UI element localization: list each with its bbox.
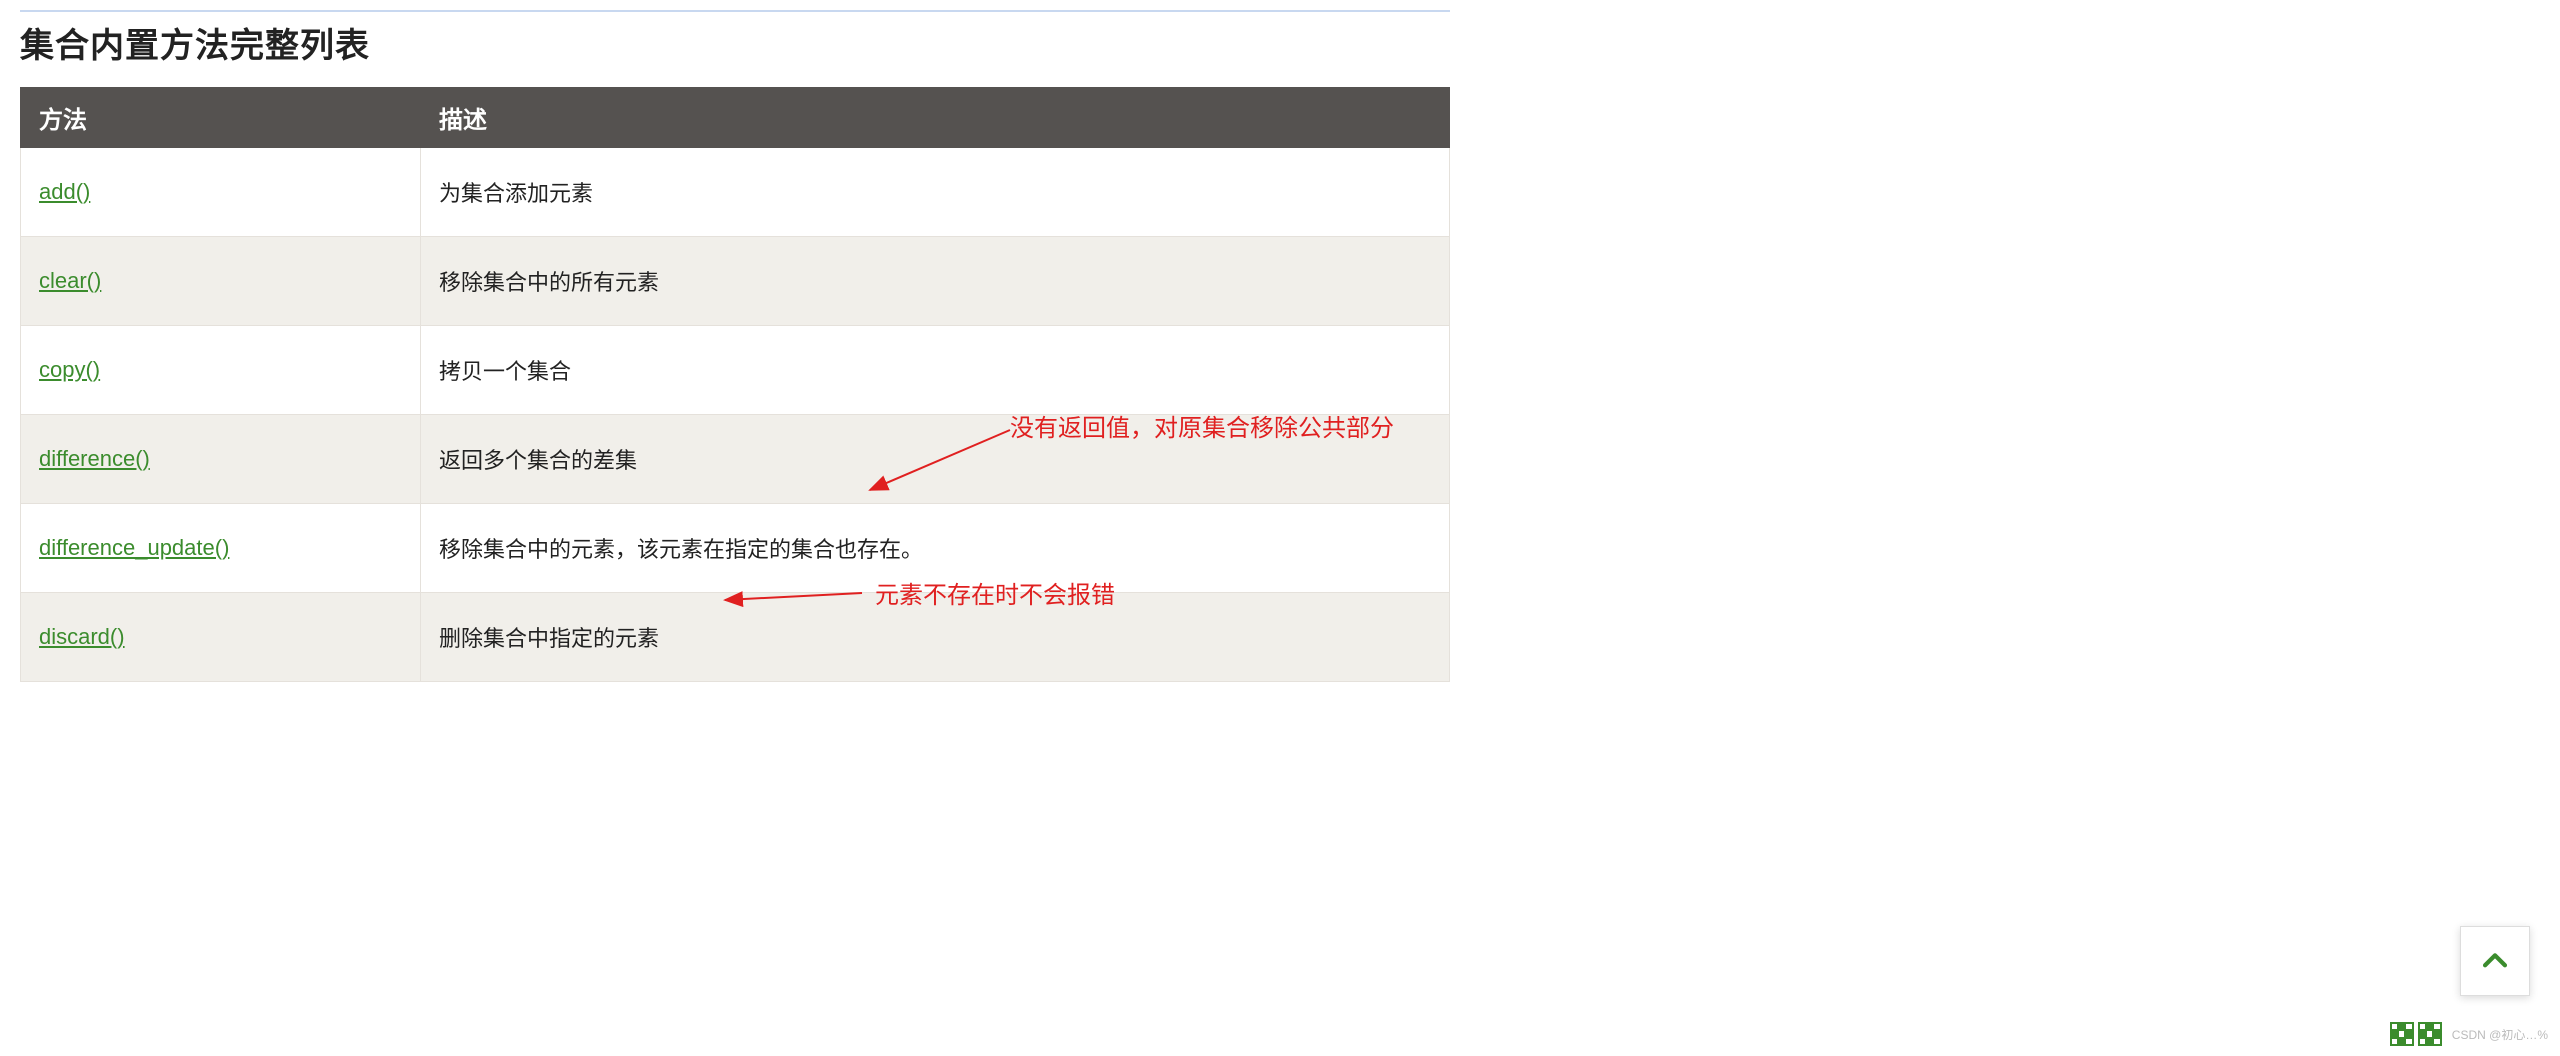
method-link-copy[interactable]: copy()	[39, 357, 100, 382]
annotation-text-2: 元素不存在时不会报错	[875, 575, 1115, 610]
qr-icon	[2418, 1022, 2442, 1046]
method-desc: 为集合添加元素	[421, 148, 1450, 237]
method-link-difference-update[interactable]: difference_update()	[39, 535, 229, 560]
content-wrapper: 集合内置方法完整列表 方法 描述 add() 为集合添加元素 clear() 移…	[20, 10, 1450, 682]
annotation-text-1: 没有返回值，对原集合移除公共部分	[1010, 408, 1394, 443]
watermark-text: CSDN @初心…%	[2452, 1026, 2548, 1043]
table-row: discard() 删除集合中指定的元素	[21, 593, 1450, 682]
method-link-difference[interactable]: difference()	[39, 446, 150, 471]
table-row: copy() 拷贝一个集合	[21, 326, 1450, 415]
qr-icon	[2390, 1022, 2414, 1046]
page-title: 集合内置方法完整列表	[20, 18, 1450, 67]
table-header-row: 方法 描述	[21, 88, 1450, 148]
method-desc: 移除集合中的所有元素	[421, 237, 1450, 326]
method-link-discard[interactable]: discard()	[39, 624, 125, 649]
table-row: clear() 移除集合中的所有元素	[21, 237, 1450, 326]
method-desc: 拷贝一个集合	[421, 326, 1450, 415]
method-link-add[interactable]: add()	[39, 179, 90, 204]
chevron-up-icon	[2478, 944, 2512, 978]
table-row: difference_update() 移除集合中的元素，该元素在指定的集合也存…	[21, 504, 1450, 593]
th-desc: 描述	[421, 88, 1450, 148]
methods-table: 方法 描述 add() 为集合添加元素 clear() 移除集合中的所有元素 c…	[20, 87, 1450, 682]
table-row: add() 为集合添加元素	[21, 148, 1450, 237]
method-link-clear[interactable]: clear()	[39, 268, 101, 293]
scroll-to-top-button[interactable]	[2460, 926, 2530, 996]
footer-icons: CSDN @初心…%	[2390, 1022, 2548, 1046]
th-method: 方法	[21, 88, 421, 148]
